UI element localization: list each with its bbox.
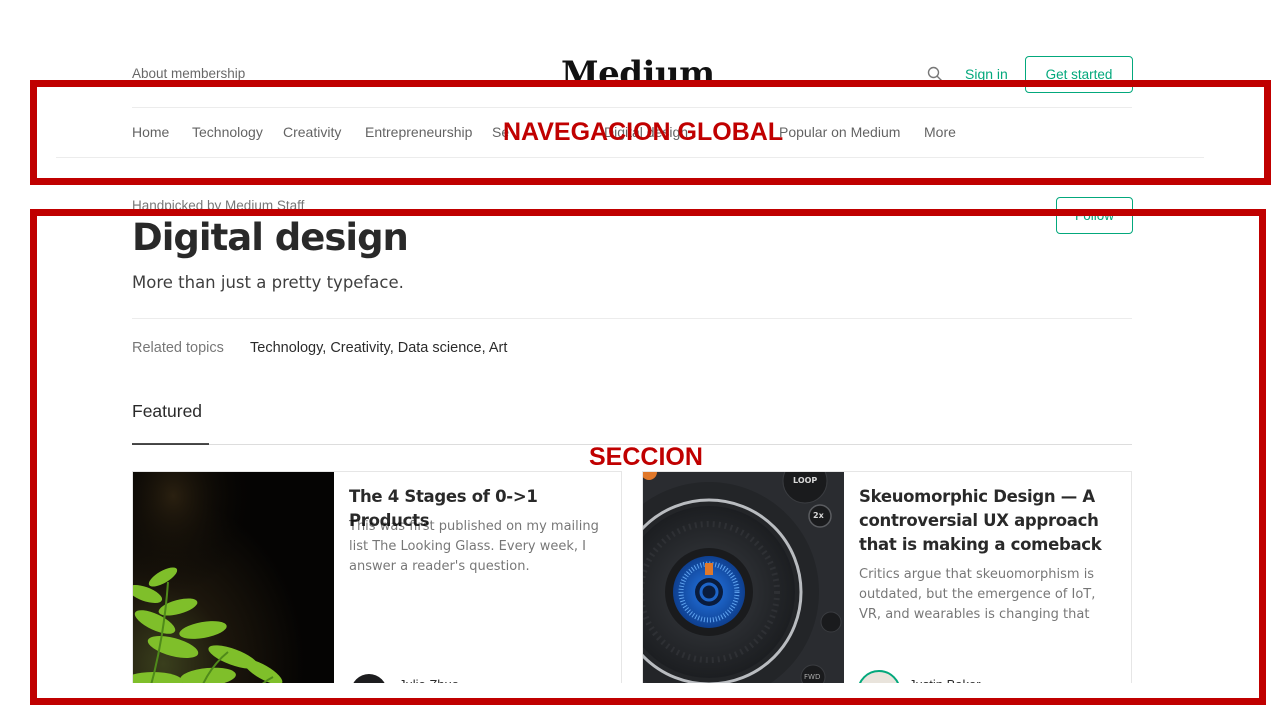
about-membership-link[interactable]: About membership xyxy=(132,66,245,81)
global-nav-annotation-label: NAVEGACION GLOBAL xyxy=(503,118,784,146)
section-annotation-label: SECCION xyxy=(589,443,703,471)
